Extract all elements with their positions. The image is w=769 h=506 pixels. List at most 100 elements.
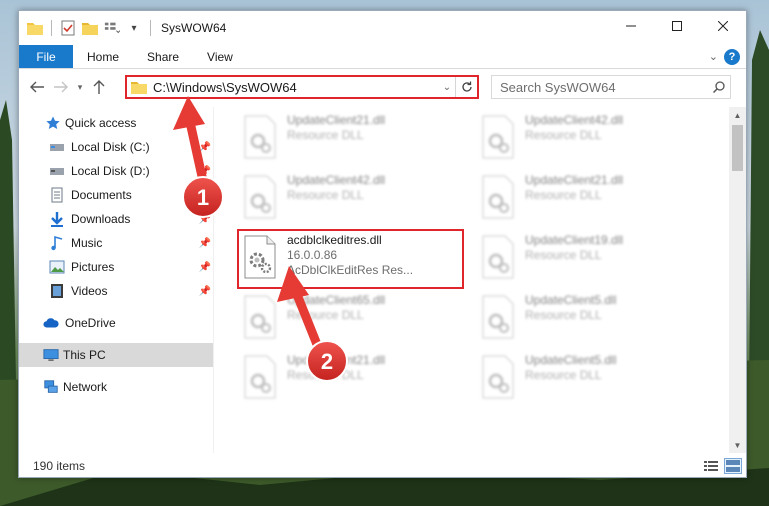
drive-icon xyxy=(49,163,65,179)
nav-item-label: Music xyxy=(71,236,103,250)
search-box[interactable] xyxy=(491,75,731,99)
customize-toolbar-icon[interactable] xyxy=(104,20,120,36)
file-name: UpdateClient5.dll xyxy=(525,353,617,367)
nav-item-pictures[interactable]: Pictures 📌 xyxy=(19,255,213,279)
network-icon xyxy=(43,379,59,395)
tiles-view-icon xyxy=(726,460,740,472)
chevron-down-icon[interactable]: ▾ xyxy=(126,20,142,36)
file-item[interactable]: UpdateClient21.dll Resource DLL xyxy=(475,171,703,227)
view-buttons xyxy=(702,458,742,474)
tiles-view-button[interactable] xyxy=(724,458,742,474)
quick-access-toolbar: ▾ xyxy=(19,11,153,45)
folder-icon xyxy=(131,79,147,95)
nav-item-this-pc[interactable]: This PC xyxy=(19,343,213,367)
file-name: UpdateClient21.dll xyxy=(287,353,386,367)
nav-item-videos[interactable]: Videos 📌 xyxy=(19,279,213,303)
dll-file-icon xyxy=(244,295,276,339)
properties-icon[interactable] xyxy=(60,20,76,36)
tab-share[interactable]: Share xyxy=(133,45,193,68)
dll-file-icon xyxy=(482,115,514,159)
dll-file-icon xyxy=(482,235,514,279)
pin-icon: 📌 xyxy=(198,189,211,201)
nav-item-network[interactable]: Network xyxy=(19,375,213,399)
navigation-pane: Quick access Local Disk (C:) 📌 Local Dis… xyxy=(19,107,213,453)
tab-view[interactable]: View xyxy=(193,45,247,68)
music-icon xyxy=(49,235,65,251)
nav-item-local-disk-c[interactable]: Local Disk (C:) 📌 xyxy=(19,135,213,159)
tab-home[interactable]: Home xyxy=(73,45,133,68)
pin-icon: 📌 xyxy=(198,285,211,297)
file-type: Resource DLL xyxy=(287,308,364,322)
address-dropdown-icon[interactable]: ⌄ xyxy=(439,82,455,93)
drive-icon xyxy=(49,139,65,155)
close-button[interactable] xyxy=(700,11,746,41)
pane-divider[interactable] xyxy=(213,107,214,453)
file-item[interactable]: UpdateClient5.dll Resource DLL xyxy=(475,291,703,347)
file-type: Resource DLL xyxy=(525,368,602,382)
back-arrow-icon xyxy=(30,81,44,93)
refresh-button[interactable] xyxy=(455,77,477,97)
toolbar-separator xyxy=(150,20,151,36)
address-bar[interactable]: C:\Windows\SysWOW64 ⌄ xyxy=(125,75,479,99)
search-input[interactable] xyxy=(492,79,708,95)
file-type: Resource DLL xyxy=(287,128,364,142)
item-count: 190 items xyxy=(33,459,86,473)
recent-locations-button[interactable]: ▾ xyxy=(73,75,87,99)
nav-item-downloads[interactable]: Downloads 📌 xyxy=(19,207,213,231)
minimize-button[interactable] xyxy=(608,11,654,41)
dll-file-icon xyxy=(244,355,276,399)
nav-item-label: Videos xyxy=(71,284,108,298)
folder-icon[interactable] xyxy=(27,20,43,36)
nav-item-documents[interactable]: Documents 📌 xyxy=(19,183,213,207)
file-name: UpdateClient21.dll xyxy=(287,113,386,127)
file-type: Resource DLL xyxy=(287,188,364,202)
tab-file[interactable]: File xyxy=(19,45,73,68)
file-type: Resource DLL xyxy=(525,308,602,322)
nav-item-music[interactable]: Music 📌 xyxy=(19,231,213,255)
scroll-up-icon[interactable]: ▲ xyxy=(729,107,746,123)
file-item[interactable]: UpdateClient42.dll Resource DLL xyxy=(237,171,465,227)
ribbon-right-controls: ⌄ ? xyxy=(709,45,746,68)
details-view-button[interactable] xyxy=(702,458,720,474)
up-arrow-icon xyxy=(93,80,105,94)
refresh-icon xyxy=(461,81,472,92)
documents-icon xyxy=(49,187,65,203)
dll-file-icon xyxy=(244,175,276,219)
scroll-down-icon[interactable]: ▼ xyxy=(729,437,746,453)
pin-icon: 📌 xyxy=(198,141,211,153)
vertical-scrollbar[interactable]: ▲ ▼ xyxy=(729,107,746,453)
file-item[interactable]: UpdateClient42.dll Resource DLL xyxy=(475,111,703,167)
pictures-icon xyxy=(49,259,65,275)
address-path[interactable]: C:\Windows\SysWOW64 xyxy=(153,80,439,95)
up-button[interactable] xyxy=(87,75,111,99)
maximize-icon xyxy=(672,21,682,31)
file-item[interactable]: UpdateClient65.dll Resource DLL xyxy=(237,291,465,347)
address-row: ▾ C:\Windows\SysWOW64 ⌄ xyxy=(19,71,746,103)
help-button[interactable]: ? xyxy=(724,48,740,65)
dll-file-icon xyxy=(482,295,514,339)
back-button[interactable] xyxy=(25,75,49,99)
file-item[interactable]: UpdateClient19.dll Resource DLL xyxy=(475,231,703,287)
search-icon[interactable] xyxy=(708,81,730,93)
pin-icon: 📌 xyxy=(198,237,211,249)
nav-item-quick-access[interactable]: Quick access xyxy=(19,111,213,135)
pin-icon: 📌 xyxy=(198,213,211,225)
file-item[interactable]: UpdateClient21.dll Resource DLL xyxy=(237,111,465,167)
file-name: UpdateClient42.dll xyxy=(525,113,624,127)
file-name: UpdateClient21.dll xyxy=(525,173,624,187)
maximize-button[interactable] xyxy=(654,11,700,41)
new-folder-icon[interactable] xyxy=(82,20,98,36)
nav-item-local-disk-d[interactable]: Local Disk (D:) 📌 xyxy=(19,159,213,183)
expand-ribbon-icon[interactable]: ⌄ xyxy=(709,50,718,63)
nav-item-onedrive[interactable]: OneDrive xyxy=(19,311,213,335)
scrollbar-thumb[interactable] xyxy=(732,125,743,171)
minimize-icon xyxy=(626,25,636,27)
file-item[interactable]: UpdateClient21.dll Resource DLL xyxy=(237,351,465,407)
nav-item-label: Local Disk (C:) xyxy=(71,140,150,154)
file-item[interactable]: UpdateClient5.dll Resource DLL xyxy=(475,351,703,407)
pin-icon: 📌 xyxy=(198,261,211,273)
forward-button[interactable] xyxy=(49,75,73,99)
file-type: Resource DLL xyxy=(525,128,602,142)
downloads-icon xyxy=(49,211,65,227)
pin-icon: 📌 xyxy=(198,165,211,177)
